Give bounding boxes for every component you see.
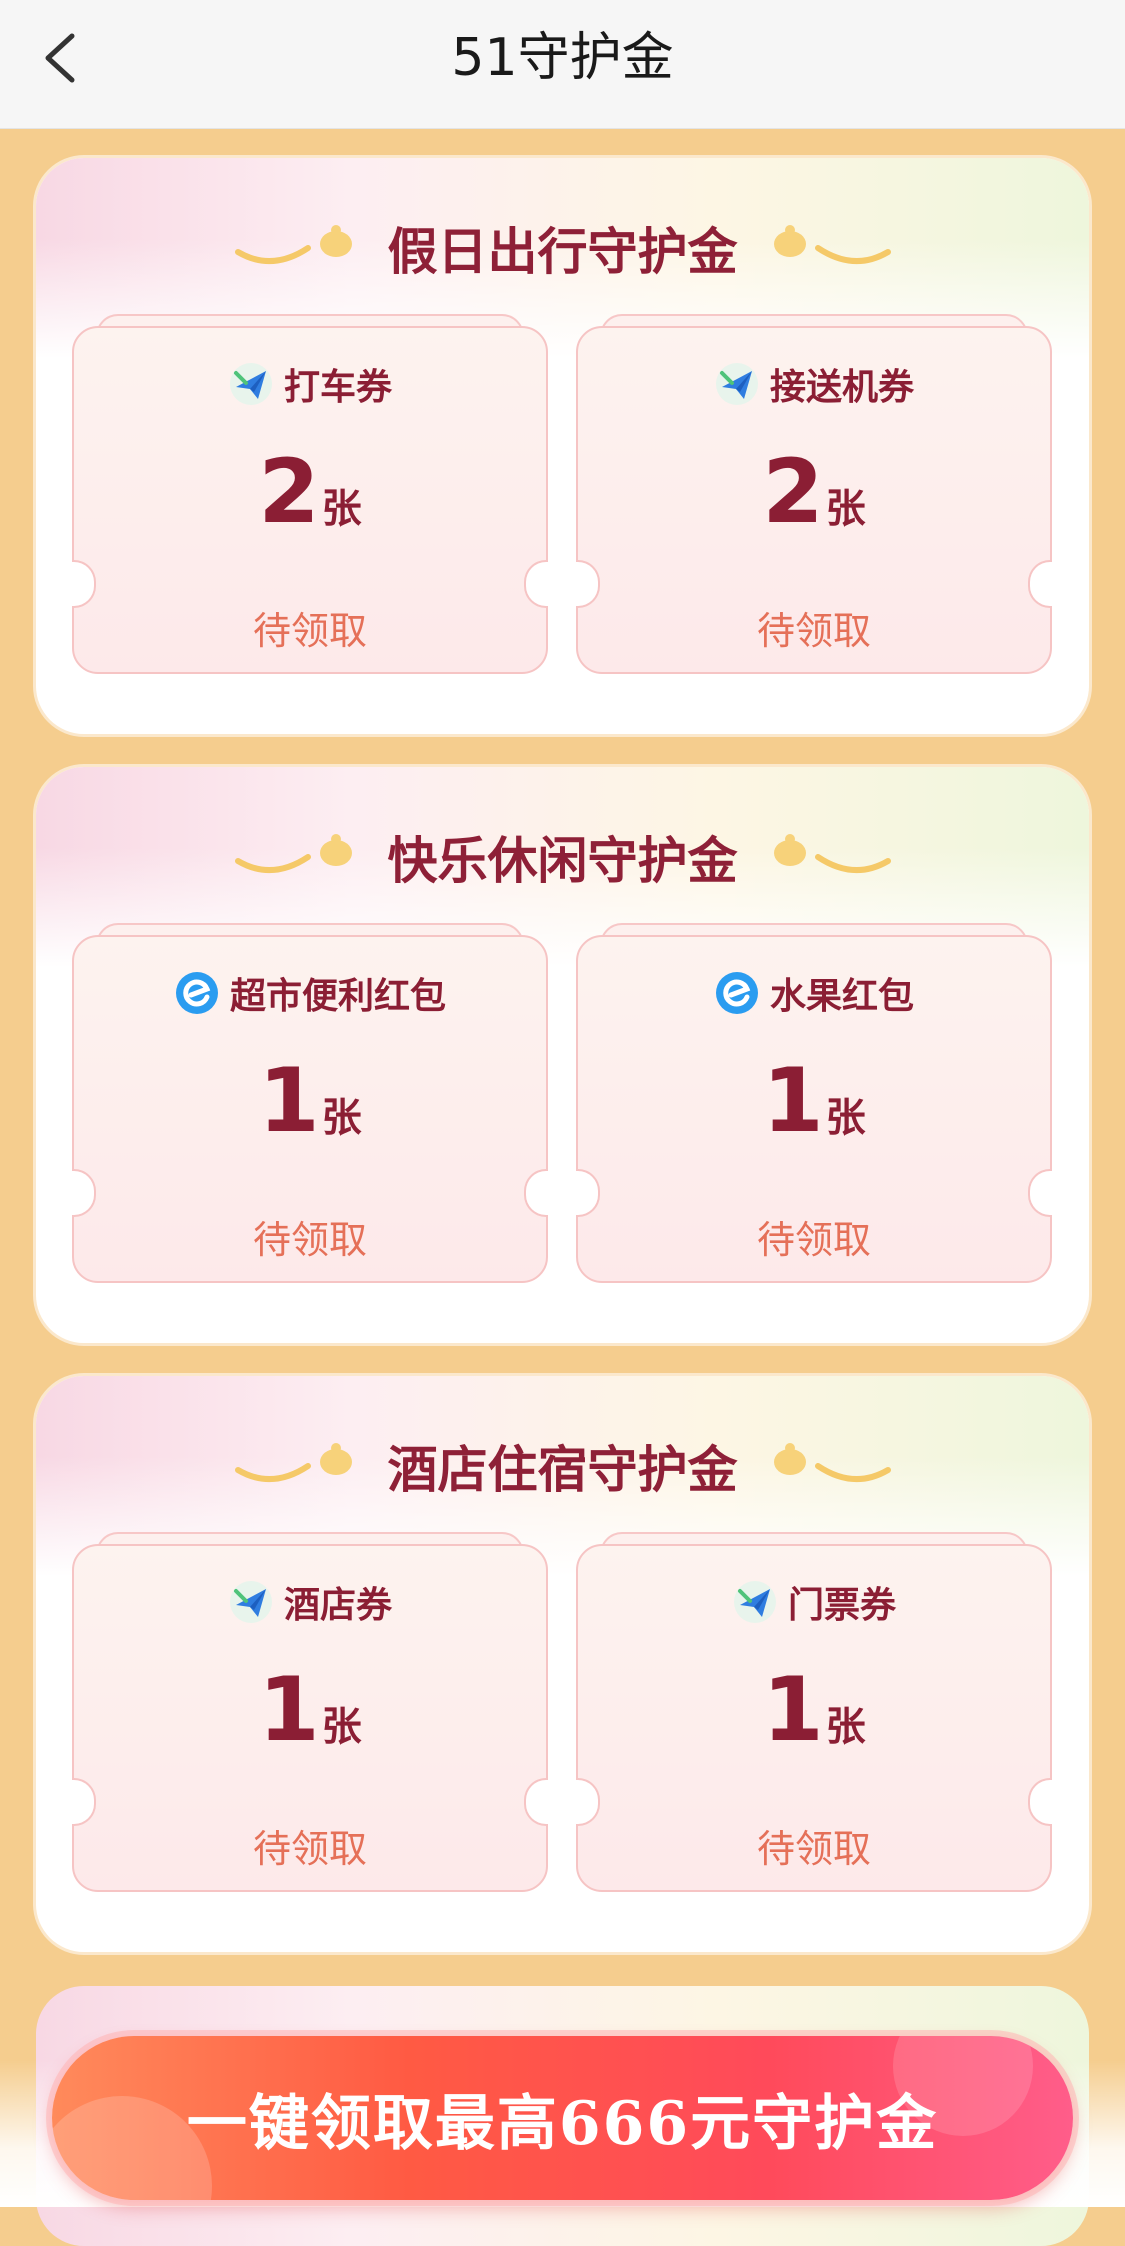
coupon-name: 水果红包	[769, 976, 914, 1017]
eleme-icon	[714, 970, 760, 1016]
coupon-name: 门票券	[787, 1585, 896, 1626]
coin-decoration-icon	[764, 827, 894, 887]
plane-icon	[228, 1579, 274, 1625]
coupon-status: 待领取	[252, 609, 367, 653]
coupon-name: 接送机券	[769, 367, 914, 408]
coupon-card-fruit[interactable]: 水果红包 1张 待领取	[576, 923, 1052, 1283]
coin-decoration-icon	[232, 218, 362, 278]
coupon-name: 酒店券	[283, 1585, 392, 1626]
section-holiday-travel: 假日出行守护金 打车券 2张 待领取 接送机券 2张 待领取	[36, 158, 1089, 734]
coupon-card-supermarket[interactable]: 超市便利红包 1张 待领取	[72, 923, 548, 1283]
eleme-icon	[174, 970, 220, 1016]
section-title: 酒店住宿守护金	[387, 1441, 738, 1499]
section-header: 酒店住宿守护金	[36, 1426, 1089, 1506]
coupon-count: 1张	[762, 1658, 866, 1761]
coupon-count: 1张	[762, 1049, 866, 1152]
coupon-card-airport-transfer[interactable]: 接送机券 2张 待领取	[576, 314, 1052, 674]
coupon-count: 1张	[258, 1049, 362, 1152]
section-header: 假日出行守护金	[36, 208, 1089, 288]
coupon-name: 超市便利红包	[229, 976, 446, 1017]
section-hotel: 酒店住宿守护金 酒店券 1张 待领取 门票券 1张 待领取	[36, 1376, 1089, 1952]
plane-icon	[228, 361, 274, 407]
coupon-count: 2张	[258, 440, 362, 543]
section-header: 快乐休闲守护金	[36, 817, 1089, 897]
coin-decoration-icon	[232, 827, 362, 887]
coupon-count: 2张	[762, 440, 866, 543]
claim-all-label: 一键领取最高666元守护金	[186, 2088, 939, 2159]
claim-all-button[interactable]: 一键领取最高666元守护金	[52, 2036, 1073, 2200]
coupon-card-taxi[interactable]: 打车券 2张 待领取	[72, 314, 548, 674]
coupon-count: 1张	[258, 1658, 362, 1761]
section-title: 假日出行守护金	[387, 223, 738, 281]
coupon-name: 打车券	[283, 367, 392, 408]
section-leisure: 快乐休闲守护金 超市便利红包 1张 待领取 水果红包 1张 待领取	[36, 767, 1089, 1343]
coupon-status: 待领取	[756, 609, 871, 653]
coupon-status: 待领取	[252, 1218, 367, 1262]
plane-icon	[714, 361, 760, 407]
coupon-status: 待领取	[756, 1218, 871, 1262]
plane-icon	[732, 1579, 778, 1625]
coin-decoration-icon	[232, 1436, 362, 1496]
coupon-status: 待领取	[756, 1827, 871, 1871]
coin-decoration-icon	[764, 218, 894, 278]
coupon-card-ticket[interactable]: 门票券 1张 待领取	[576, 1532, 1052, 1892]
coupon-status: 待领取	[252, 1827, 367, 1871]
section-title: 快乐休闲守护金	[387, 832, 738, 890]
top-bar: 51守护金	[0, 0, 1125, 129]
coupon-card-hotel[interactable]: 酒店券 1张 待领取	[72, 1532, 548, 1892]
page-title: 51守护金	[451, 28, 674, 88]
coin-decoration-icon	[764, 1436, 894, 1496]
